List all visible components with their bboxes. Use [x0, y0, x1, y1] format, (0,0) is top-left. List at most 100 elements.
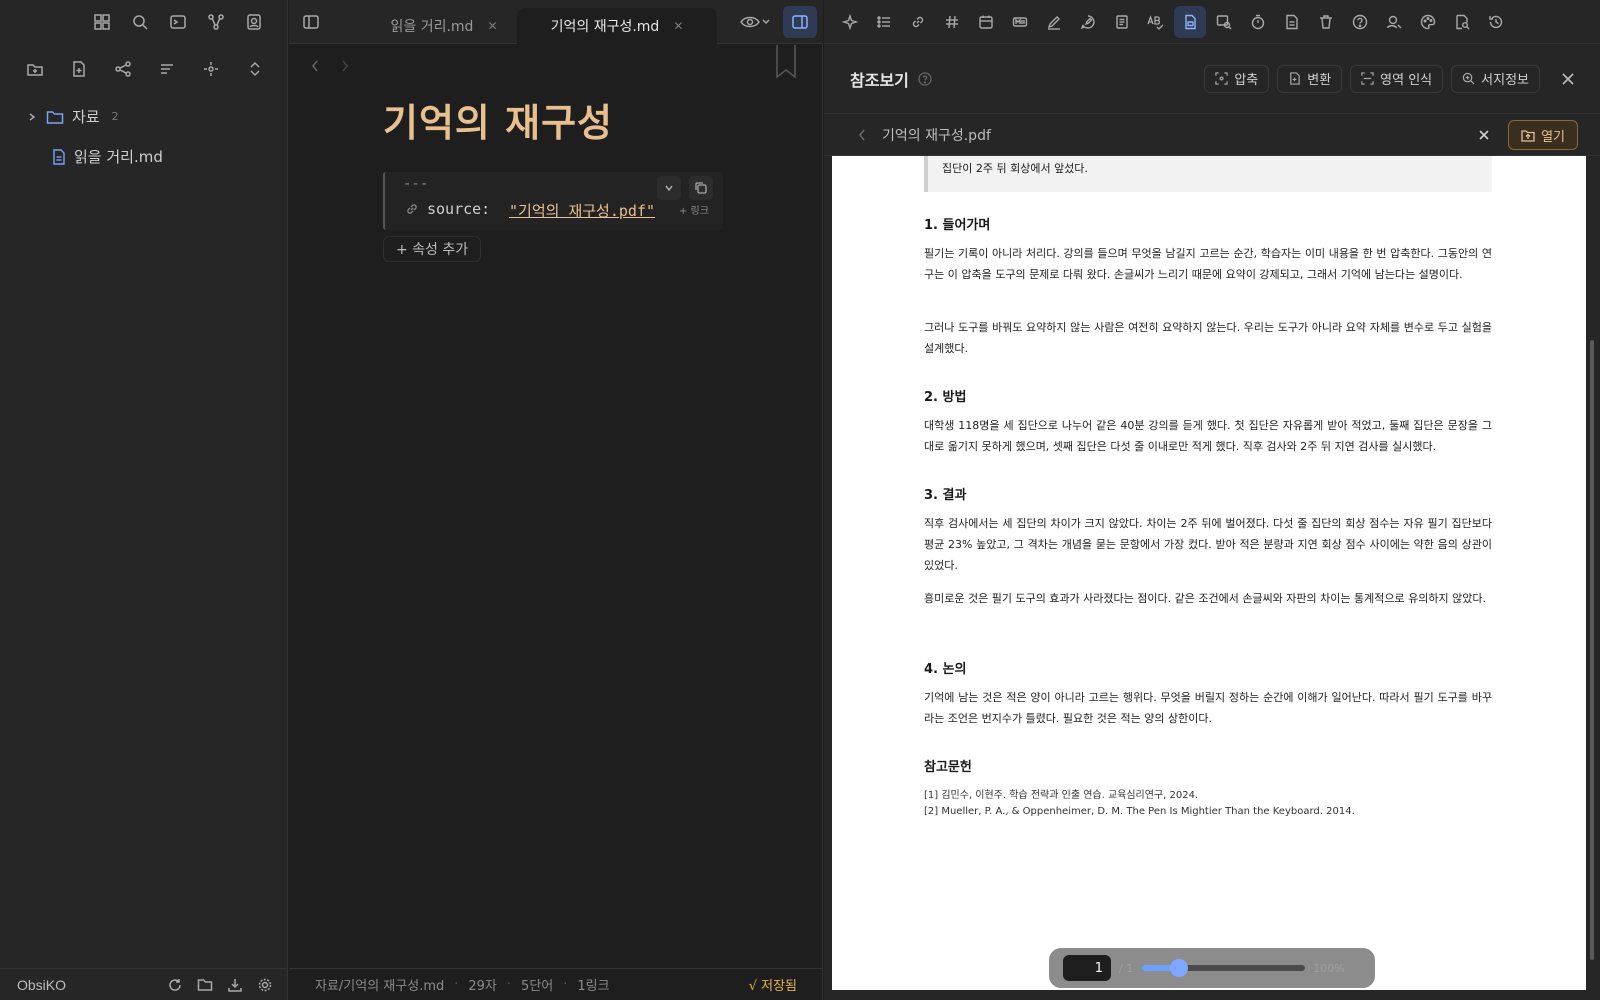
note-icon[interactable] — [1276, 6, 1308, 38]
pdf-quote: 집단이 2주 뒤 회상에서 앞섰다. — [924, 156, 1492, 192]
section-paragraph: 그러나 도구를 바꿔도 요약하지 않는 사람은 여전히 요약하지 않는다. 우리… — [924, 321, 1492, 355]
tab-memory-reconstruction[interactable]: 기억의 재구성.md ✕ — [517, 8, 717, 44]
status-saved: √ 저장됨 — [748, 979, 797, 994]
bookmark-icon[interactable] — [773, 44, 799, 80]
zoom-slider[interactable] — [1141, 959, 1306, 977]
palette-icon[interactable] — [1412, 6, 1444, 38]
dashboard-icon[interactable] — [88, 8, 115, 35]
trash-icon[interactable] — [1310, 6, 1342, 38]
link-hint[interactable]: + 링크 — [679, 202, 709, 217]
sidebar-toggle-icon[interactable] — [297, 8, 325, 36]
frontmatter-block[interactable]: --- source: "기억의 재구성.pdf" + 링크 — [383, 172, 723, 230]
close-icon[interactable]: ✕ — [673, 19, 683, 33]
tree-file-item[interactable]: 읽을 거리.md — [52, 146, 163, 167]
pdf-page: 집단이 2주 뒤 회상에서 앞섰다. 1. 들어가며 필기는 기록이 아니라 처… — [832, 156, 1586, 990]
copy-icon[interactable] — [689, 176, 713, 200]
help-icon[interactable] — [1344, 6, 1376, 38]
pdf-file-row: 기억의 재구성.pdf 열기 — [824, 114, 1600, 156]
new-folder-icon[interactable] — [20, 54, 50, 84]
zoom-slider-handle[interactable] — [1169, 959, 1188, 977]
spellcheck-icon[interactable] — [1140, 6, 1172, 38]
status-links: 1링크 — [577, 979, 610, 994]
reading-view-icon[interactable] — [735, 8, 775, 36]
page-total: / 1 — [1119, 961, 1134, 975]
bibliography-label: 서지정보 — [1481, 73, 1529, 88]
section-heading: 1. 들어가며 — [924, 218, 991, 233]
property-key: source: — [427, 200, 491, 218]
search-icon[interactable] — [126, 8, 153, 35]
section-paragraph: 필기는 기록이 아니라 처리다. 강의를 들으며 무엇을 남길지 고르는 순간,… — [924, 247, 1492, 281]
chevron-down-icon[interactable] — [657, 176, 681, 200]
folder-open-icon[interactable] — [194, 974, 216, 996]
profile-icon[interactable] — [240, 8, 267, 35]
refresh-icon[interactable] — [164, 974, 186, 996]
list-icon[interactable] — [868, 6, 900, 38]
scrollbar[interactable] — [1590, 340, 1594, 960]
reference-view-icon[interactable] — [1174, 5, 1206, 38]
doc-search-icon[interactable] — [1446, 6, 1478, 38]
chevron-right-icon[interactable] — [26, 112, 38, 122]
zoom-level: 100% — [1313, 961, 1345, 975]
split-view-icon[interactable] — [783, 6, 817, 38]
forward-arrow-icon[interactable] — [335, 56, 355, 76]
vault-name[interactable]: ObsiKO — [17, 977, 164, 993]
download-icon[interactable] — [224, 974, 246, 996]
timer-icon[interactable] — [1242, 6, 1274, 38]
tree-folder-item[interactable]: 자료 2 — [26, 106, 119, 127]
panel-title: 참조보기 — [850, 70, 909, 90]
file-icon — [52, 148, 66, 165]
graph-icon[interactable] — [202, 8, 229, 35]
frontmatter-dashes: --- — [403, 176, 429, 192]
close-icon[interactable] — [1476, 127, 1492, 143]
zoom-search-icon — [1462, 72, 1475, 85]
sort-icon[interactable] — [152, 54, 182, 84]
collapse-icon[interactable] — [240, 54, 270, 84]
open-button[interactable]: 열기 — [1508, 120, 1578, 150]
folder-open-icon — [1521, 129, 1535, 142]
template-icon[interactable] — [1004, 6, 1036, 38]
terminal-icon[interactable] — [164, 8, 191, 35]
image-search-icon[interactable] — [1208, 6, 1240, 38]
compress-label: 압축 — [1234, 73, 1259, 88]
help-icon[interactable] — [917, 71, 933, 87]
convert-button[interactable]: 변환 — [1277, 64, 1343, 93]
link-icon — [405, 202, 419, 216]
add-property-button[interactable]: + 속성 추가 — [383, 236, 482, 262]
link-icon[interactable] — [902, 6, 934, 38]
chevron-left-icon[interactable] — [854, 127, 870, 143]
close-icon[interactable] — [1558, 69, 1578, 89]
file-explorer-toolbar — [20, 54, 270, 84]
page-title[interactable]: 기억의 재구성 — [383, 92, 613, 147]
sparkle-icon[interactable] — [834, 6, 866, 38]
bibliography-button[interactable]: 서지정보 — [1451, 64, 1540, 93]
section-paragraph: 대학생 118명을 세 집단으로 나누어 같은 40분 강의를 듣게 했다. 첫… — [924, 419, 1492, 453]
tab-bar: 읽을 거리.md ✕ 기억의 재구성.md ✕ — [289, 0, 823, 44]
user-search-icon[interactable] — [1378, 6, 1410, 38]
hashtag-icon[interactable] — [936, 6, 968, 38]
history-icon[interactable] — [1480, 6, 1512, 38]
chat-edit-icon[interactable] — [1072, 6, 1104, 38]
references-heading: 참고문헌 — [924, 760, 972, 775]
compress-icon — [1215, 72, 1229, 85]
new-note-icon[interactable] — [64, 54, 94, 84]
plugin-toolbar — [824, 0, 1600, 44]
compress-button[interactable]: 압축 — [1204, 64, 1270, 93]
page-number-input[interactable]: 1 — [1063, 955, 1111, 981]
graph-nodes-icon[interactable] — [108, 54, 138, 84]
settings-icon[interactable] — [254, 974, 276, 996]
document-icon[interactable] — [1106, 6, 1138, 38]
calendar-icon[interactable] — [970, 6, 1002, 38]
pen-icon[interactable] — [1038, 6, 1070, 38]
focus-icon[interactable] — [196, 54, 226, 84]
tab-reading-list[interactable]: 읽을 거리.md ✕ — [369, 8, 519, 44]
region-recognition-button[interactable]: 영역 인식 — [1350, 64, 1444, 93]
status-words: 5단어 — [521, 979, 554, 994]
property-value-link[interactable]: "기억의 재구성.pdf" — [509, 200, 655, 221]
close-icon[interactable]: ✕ — [487, 19, 497, 33]
vault-footer: ObsiKO — [0, 968, 288, 1000]
tab-label: 읽을 거리.md — [390, 19, 474, 35]
status-bar: 자료/기억의 재구성.md · 29자 · 5단어 · 1링크 √ 저장됨 — [289, 968, 823, 1000]
status-path: 자료/기억의 재구성.md — [315, 979, 445, 994]
scan-icon — [1361, 72, 1374, 85]
back-arrow-icon[interactable] — [305, 56, 325, 76]
